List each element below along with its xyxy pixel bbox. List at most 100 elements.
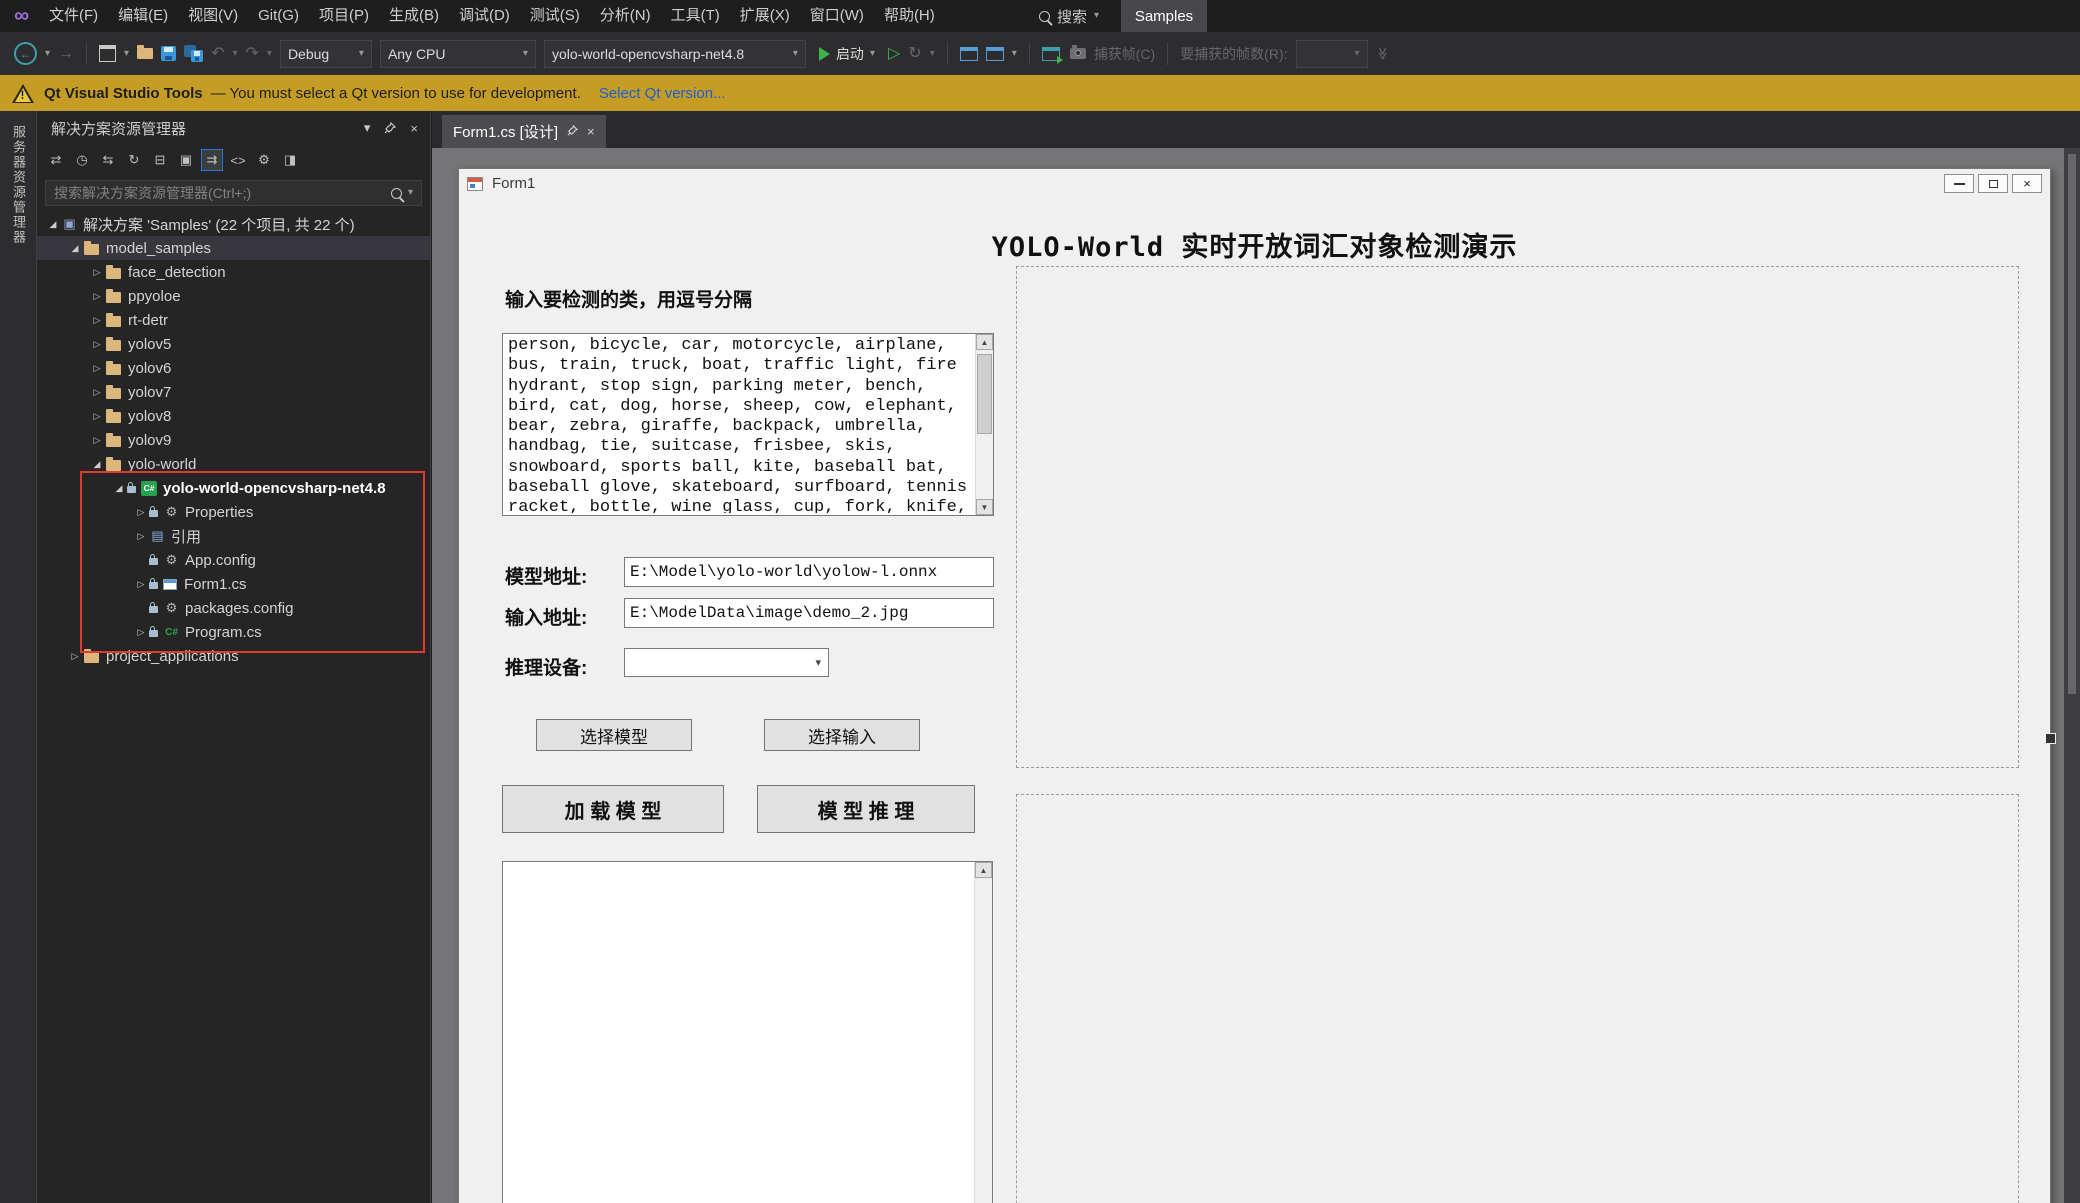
menu-item[interactable]: 视图(V) (178, 0, 248, 32)
startup-project-dropdown[interactable]: yolo-world-opencvsharp-net4.8 ▾ (543, 39, 806, 68)
scrollbar-thumb[interactable] (977, 354, 992, 434)
preview-icon[interactable]: ◨ (279, 149, 301, 171)
tree-expander-icon[interactable]: ◢ (111, 483, 127, 494)
chevron-down-icon[interactable]: ▾ (1012, 48, 1017, 59)
designed-form[interactable]: Form1 × YOLO-World 实时开放词汇对象检测演示 输入要检测的类，… (458, 168, 2051, 1203)
scroll-up-ic on[interactable]: ▲ (975, 862, 992, 878)
properties-icon[interactable]: ⚙ (253, 149, 275, 171)
tree-item[interactable]: ▷ C# Program.cs (37, 620, 430, 644)
server-explorer-vertical-tab[interactable]: 服务器资源管理器 (9, 125, 28, 245)
select-qt-version-link[interactable]: Select Qt version... (599, 85, 726, 102)
refresh-icon[interactable]: ↻ (123, 149, 145, 171)
tree-item[interactable]: ▷ yolov5 (37, 332, 430, 356)
collapse-all-icon[interactable]: ⊟ (149, 149, 171, 171)
tree-expander-icon[interactable]: ▷ (133, 627, 149, 638)
infer-button[interactable]: 模 型 推 理 (757, 785, 975, 833)
pin-icon[interactable] (567, 123, 579, 140)
menu-item[interactable]: 帮助(H) (874, 0, 945, 32)
tree-item[interactable]: ▷ Form1.cs (37, 572, 430, 596)
close-button[interactable]: × (2012, 174, 2042, 193)
save-all-icon[interactable] (184, 45, 204, 62)
menu-item[interactable]: Git(G) (248, 0, 309, 32)
save-icon[interactable] (161, 46, 177, 61)
menu-item[interactable]: 调试(D) (449, 0, 520, 32)
scroll-up-icon[interactable]: ▲ (976, 334, 993, 350)
close-icon[interactable]: × (410, 121, 418, 136)
start-debugging-button[interactable]: 启动 ▾ (814, 44, 880, 64)
platform-dropdown[interactable]: Any CPU ▾ (379, 39, 536, 68)
output-textbox[interactable]: ▲ ▼ (502, 861, 993, 1203)
tree-item[interactable]: ▷ face_detection (37, 260, 430, 284)
menu-item[interactable]: 编辑(E) (108, 0, 178, 32)
tree-expander-icon[interactable]: ▷ (67, 651, 83, 662)
tree-item[interactable]: ▷ rt-detr (37, 308, 430, 332)
tree-expander-icon[interactable]: ▷ (133, 531, 149, 542)
minimize-button[interactable] (1944, 174, 1974, 193)
pane-options-icon[interactable]: ▾ (364, 120, 371, 136)
tree-item[interactable]: ▷ ⚙ Properties (37, 500, 430, 524)
tree-expander-icon[interactable]: ▷ (133, 579, 149, 590)
sync-with-active-document-icon[interactable]: ⇉ (201, 149, 223, 171)
scroll-down-icon[interactable]: ▼ (976, 499, 993, 515)
output-scrollbar[interactable]: ▲ ▼ (974, 862, 992, 1203)
menu-item[interactable]: 窗口(W) (800, 0, 874, 32)
tree-item[interactable]: ⚙ packages.config (37, 596, 430, 620)
chevron-down-icon[interactable]: ▾ (124, 48, 129, 59)
menu-item[interactable]: 工具(T) (661, 0, 730, 32)
device-combobox[interactable]: ▾ (624, 648, 829, 677)
tree-expander-icon[interactable]: ▷ (89, 387, 105, 398)
picture-box-result-bottom[interactable] (1016, 794, 2019, 1203)
chevron-down-icon[interactable]: ▾ (408, 188, 413, 198)
menu-item[interactable]: 生成(B) (379, 0, 449, 32)
form-resize-handle[interactable] (2045, 733, 2056, 744)
tree-expander-icon[interactable]: ◢ (67, 243, 83, 254)
tree-item[interactable]: ▷ yolov9 (37, 428, 430, 452)
select-input-button[interactable]: 选择输入 (764, 719, 920, 751)
tree-item[interactable]: ◢ C# yolo-world-opencvsharp-net4.8 (37, 476, 430, 500)
search-control[interactable]: 搜索 ▾ (1039, 0, 1099, 32)
code-window-icon[interactable] (959, 46, 978, 61)
tree-expander-icon[interactable]: ◢ (89, 459, 105, 470)
tree-expander-icon[interactable]: ▷ (89, 291, 105, 302)
tree-expander-icon[interactable]: ▷ (89, 267, 105, 278)
tree-item[interactable]: ▷ yolov8 (37, 404, 430, 428)
tab-form1-designer[interactable]: Form1.cs [设计] × (442, 115, 606, 148)
tree-item[interactable]: ◢ ▣ 解决方案 'Samples' (22 个项目, 共 22 个) (37, 212, 430, 236)
tree-item[interactable]: ▷ ▤ 引用 (37, 524, 430, 548)
tree-item[interactable]: ▷ yolov7 (37, 380, 430, 404)
model-path-input[interactable]: E:\Model\yolo-world\yolow-l.onnx (624, 557, 994, 587)
switch-views-icon[interactable]: ⇄ (45, 149, 67, 171)
tree-item[interactable]: ▷ project_applications (37, 644, 430, 668)
new-project-icon[interactable] (99, 45, 117, 62)
solution-search-input[interactable]: 搜索解决方案资源管理器(Ctrl+;) ▾ (45, 180, 422, 206)
sync-navigation-icon[interactable]: ⇆ (97, 149, 119, 171)
picture-box-result-top[interactable] (1016, 266, 2019, 768)
tree-expander-icon[interactable]: ▷ (89, 339, 105, 350)
menu-item[interactable]: 文件(F) (39, 0, 108, 32)
tree-expander-icon[interactable]: ▷ (89, 315, 105, 326)
menu-item[interactable]: 测试(S) (520, 0, 590, 32)
tree-expander-icon[interactable]: ▷ (89, 363, 105, 374)
configuration-dropdown[interactable]: Debug ▾ (279, 39, 372, 68)
nav-back-icon[interactable]: ← (14, 42, 37, 65)
load-model-button[interactable]: 加 载 模 型 (502, 785, 724, 833)
pending-changes-icon[interactable]: ◷ (71, 149, 93, 171)
tree-item[interactable]: ▷ yolov6 (37, 356, 430, 380)
chevron-down-icon[interactable]: ▾ (45, 48, 50, 59)
tree-item[interactable]: ⚙ App.config (37, 548, 430, 572)
tree-item[interactable]: ▷ ppyoloe (37, 284, 430, 308)
show-all-files-icon[interactable]: ▣ (175, 149, 197, 171)
classes-scrollbar[interactable]: ▲ ▼ (975, 334, 993, 515)
capture-window-icon[interactable] (1041, 46, 1063, 64)
view-code-icon[interactable]: <> (227, 149, 249, 171)
tree-expander-icon[interactable]: ▷ (133, 507, 149, 518)
input-path-input[interactable]: E:\ModelData\image\demo_2.jpg (624, 598, 994, 628)
classes-textbox[interactable]: person, bicycle, car, motorcycle, airpla… (502, 333, 994, 516)
tree-expander-icon[interactable]: ◢ (45, 219, 61, 230)
maximize-button[interactable] (1978, 174, 2008, 193)
menu-item[interactable]: 项目(P) (309, 0, 379, 32)
menu-item[interactable]: 分析(N) (590, 0, 661, 32)
open-file-icon[interactable] (137, 45, 154, 59)
select-model-button[interactable]: 选择模型 (536, 719, 692, 751)
menu-item[interactable]: 扩展(X) (730, 0, 800, 32)
